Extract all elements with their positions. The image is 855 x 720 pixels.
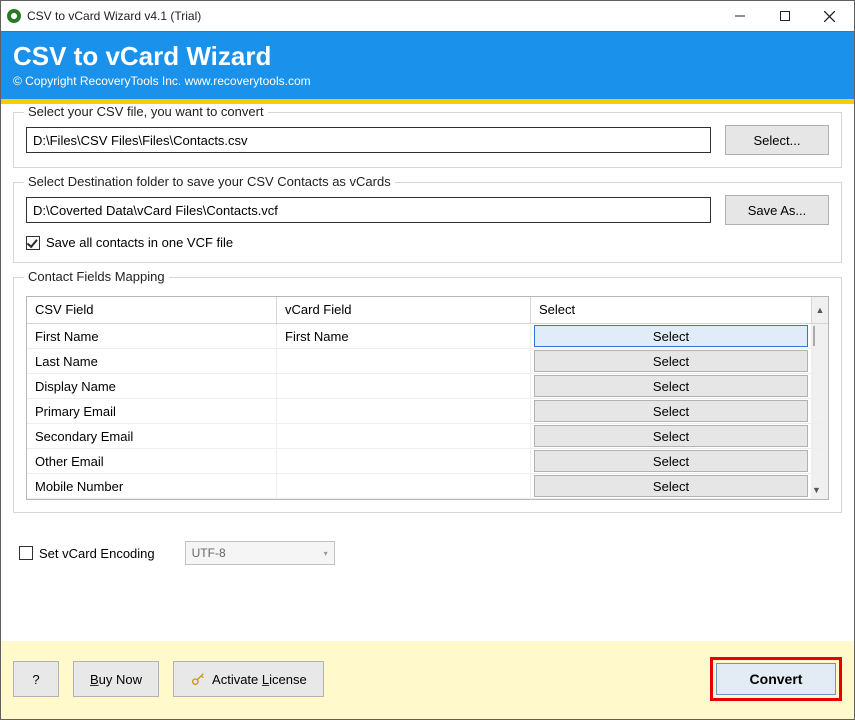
- source-path-input[interactable]: [26, 127, 711, 153]
- window-title: CSV to vCard Wizard v4.1 (Trial): [27, 9, 717, 23]
- table-row: Other Email Select: [27, 449, 828, 474]
- table-row: Last Name Select: [27, 349, 828, 374]
- close-button[interactable]: [807, 2, 852, 30]
- cell-csv: Primary Email: [27, 399, 277, 424]
- minimize-button[interactable]: [717, 2, 762, 30]
- cell-vcard: First Name: [277, 324, 531, 349]
- row-select-button[interactable]: Select: [534, 450, 808, 472]
- save-as-button[interactable]: Save As...: [725, 195, 829, 225]
- table-row: Secondary Email Select: [27, 424, 828, 449]
- row-select-button[interactable]: Select: [534, 375, 808, 397]
- key-icon: [190, 671, 206, 687]
- table-row: Primary Email Select: [27, 399, 828, 424]
- col-select[interactable]: Select: [531, 297, 812, 324]
- source-group: Select your CSV file, you want to conver…: [13, 112, 842, 168]
- cell-csv: First Name: [27, 324, 277, 349]
- col-vcard[interactable]: vCard Field: [277, 297, 531, 324]
- cell-csv: Mobile Number: [27, 474, 277, 499]
- save-all-label: Save all contacts in one VCF file: [46, 235, 233, 250]
- help-button[interactable]: ?: [13, 661, 59, 697]
- cell-csv: Last Name: [27, 349, 277, 374]
- table-row: Mobile Number Select ▼: [27, 474, 828, 499]
- mapping-table: CSV Field vCard Field Select ▲ First Nam…: [26, 296, 829, 500]
- mapping-legend: Contact Fields Mapping: [24, 269, 169, 284]
- set-encoding-checkbox[interactable]: [19, 546, 33, 560]
- convert-highlight: Convert: [710, 657, 842, 701]
- scroll-down-button[interactable]: ▼: [812, 474, 828, 499]
- cell-vcard: [277, 349, 531, 374]
- row-select-button[interactable]: Select: [534, 325, 808, 347]
- cell-csv: Secondary Email: [27, 424, 277, 449]
- cell-vcard: [277, 374, 531, 399]
- row-select-button[interactable]: Select: [534, 350, 808, 372]
- help-label: ?: [32, 672, 39, 687]
- select-source-button[interactable]: Select...: [725, 125, 829, 155]
- source-legend: Select your CSV file, you want to conver…: [24, 104, 268, 119]
- row-select-button[interactable]: Select: [534, 425, 808, 447]
- maximize-button[interactable]: [762, 2, 807, 30]
- buy-underline: B: [90, 672, 99, 687]
- cell-vcard: [277, 399, 531, 424]
- encoding-row: Set vCard Encoding UTF-8 ▾: [13, 519, 842, 569]
- convert-label: Convert: [750, 671, 803, 687]
- activate-pre: Activate: [212, 672, 262, 687]
- scroll-up-button[interactable]: ▲: [812, 297, 828, 324]
- buy-rest: uy Now: [99, 672, 142, 687]
- row-select-button[interactable]: Select: [534, 400, 808, 422]
- table-header-row: CSV Field vCard Field Select ▲: [27, 297, 828, 324]
- app-icon: [7, 9, 21, 23]
- destination-path-input[interactable]: [26, 197, 711, 223]
- encoding-combo[interactable]: UTF-8 ▾: [185, 541, 335, 565]
- cell-csv: Other Email: [27, 449, 277, 474]
- convert-button[interactable]: Convert: [716, 663, 836, 695]
- table-row: First Name First Name Select: [27, 324, 828, 349]
- header-band: CSV to vCard Wizard © Copyright Recovery…: [1, 31, 854, 99]
- scrollbar-thumb[interactable]: [813, 326, 815, 346]
- bottom-bar: ? Buy Now Activate License Convert: [1, 641, 854, 719]
- save-all-checkbox[interactable]: [26, 236, 40, 250]
- cell-csv: Display Name: [27, 374, 277, 399]
- mapping-group: Contact Fields Mapping CSV Field vCard F…: [13, 277, 842, 513]
- app-title: CSV to vCard Wizard: [13, 38, 842, 74]
- app-subtitle: © Copyright RecoveryTools Inc. www.recov…: [13, 74, 842, 89]
- row-select-button[interactable]: Select: [534, 475, 808, 497]
- destination-legend: Select Destination folder to save your C…: [24, 174, 395, 189]
- set-encoding-label: Set vCard Encoding: [39, 546, 155, 561]
- table-row: Display Name Select: [27, 374, 828, 399]
- cell-vcard: [277, 474, 531, 499]
- destination-group: Select Destination folder to save your C…: [13, 182, 842, 263]
- chevron-down-icon: ▾: [324, 549, 328, 558]
- activate-license-button[interactable]: Activate License: [173, 661, 324, 697]
- buy-now-button[interactable]: Buy Now: [73, 661, 159, 697]
- activate-post: icense: [269, 672, 307, 687]
- titlebar: CSV to vCard Wizard v4.1 (Trial): [1, 1, 854, 31]
- encoding-combo-value: UTF-8: [192, 546, 226, 560]
- cell-vcard: [277, 449, 531, 474]
- cell-vcard: [277, 424, 531, 449]
- col-csv[interactable]: CSV Field: [27, 297, 277, 324]
